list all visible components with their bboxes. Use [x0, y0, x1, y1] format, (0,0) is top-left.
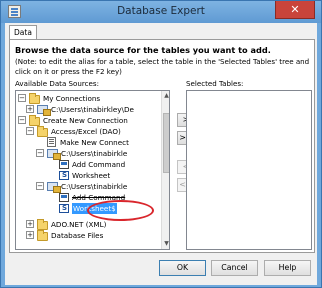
window-title: Database Expert: [117, 5, 205, 17]
tree-item-label: C:\Users\tinabirkle: [61, 149, 128, 158]
document-icon: [47, 137, 56, 147]
tree-item-label: C:\Users\tinabirkley\De: [51, 105, 134, 114]
instruction-heading: Browse the data source for the tables yo…: [15, 45, 271, 55]
close-button[interactable]: ✕: [275, 1, 315, 19]
tree-item-label: Add Command: [72, 160, 126, 169]
data-tab-panel: Browse the data source for the tables yo…: [9, 39, 315, 253]
connection-icon: [47, 182, 61, 193]
tree-item-create-new-connection[interactable]: − Create New Connection: [18, 115, 158, 126]
tree-item-worksheet[interactable]: Worksheet: [59, 170, 158, 181]
ok-button[interactable]: OK: [159, 260, 206, 276]
folder-icon: [29, 93, 40, 104]
folder-icon: [37, 126, 48, 137]
available-data-sources-tree[interactable]: − My Connections + C:\Users\tinabirkley\…: [15, 90, 170, 250]
tree-item-access-excel-dao[interactable]: − Access/Excel (DAO): [26, 126, 158, 137]
collapse-icon[interactable]: −: [18, 116, 26, 124]
collapse-icon[interactable]: −: [36, 182, 44, 190]
tree-item-my-connections[interactable]: − My Connections: [18, 93, 158, 104]
folder-icon: [37, 219, 48, 230]
help-button[interactable]: Help: [264, 260, 311, 276]
folder-icon: [37, 230, 48, 241]
expand-icon[interactable]: +: [26, 220, 34, 228]
tree-item-connection-excel-2[interactable]: − C:\Users\tinabirkle: [36, 181, 158, 193]
tree-item-label: My Connections: [43, 94, 101, 103]
tree-item-label: ADO.NET (XML): [51, 220, 107, 229]
table-icon: [59, 170, 69, 181]
selected-tables-list[interactable]: [186, 90, 312, 250]
title-bar[interactable]: Database Expert ✕: [1, 1, 321, 23]
selected-tables-label: Selected Tables:: [186, 79, 244, 88]
expand-icon[interactable]: +: [26, 105, 34, 113]
tree-item-label: C:\Users\tinabirkle: [61, 182, 128, 191]
red-annotation-ellipse: [87, 200, 154, 221]
scrollbar-thumb[interactable]: [163, 113, 169, 173]
tree-item-label: Access/Excel (DAO): [51, 127, 121, 136]
tree-item-ado-net-xml[interactable]: + ADO.NET (XML): [18, 219, 158, 230]
tree-item-label: Worksheet: [72, 171, 111, 180]
tree-item-add-command-1[interactable]: Add Command: [59, 159, 158, 170]
tree-vertical-scrollbar[interactable]: ▲ ▼: [161, 91, 169, 249]
database-expert-window: Database Expert ✕ Data Browse the data s…: [0, 0, 322, 288]
tree-item-connection-excel-1[interactable]: − C:\Users\tinabirkle: [36, 148, 158, 160]
connection-icon: [37, 105, 51, 116]
tree-item-label: Create New Connection: [43, 116, 128, 125]
alias-note: (Note: to edit the alias for a table, se…: [15, 57, 310, 76]
connection-icon: [47, 149, 61, 160]
tree-item-database-files[interactable]: + Database Files: [18, 230, 158, 241]
table-icon: [59, 203, 69, 214]
scroll-up-arrow-icon[interactable]: ▲: [162, 91, 169, 101]
tree-item-label: Database Files: [51, 231, 104, 240]
cancel-button[interactable]: Cancel: [211, 260, 258, 276]
collapse-icon[interactable]: −: [26, 127, 34, 135]
tree-item-make-new-connection[interactable]: Make New Connect: [47, 137, 158, 148]
tab-data[interactable]: Data: [9, 25, 37, 40]
command-icon: [59, 160, 69, 169]
tree-item-label: Make New Connect: [60, 138, 129, 147]
expand-icon[interactable]: +: [26, 231, 34, 239]
collapse-icon[interactable]: −: [18, 94, 26, 102]
dialog-client-area: Data Browse the data source for the tabl…: [5, 23, 317, 285]
command-icon: [59, 193, 69, 202]
folder-icon: [29, 115, 40, 126]
collapse-icon[interactable]: −: [36, 149, 44, 157]
available-data-sources-label: Available Data Sources:: [15, 79, 100, 88]
scroll-down-arrow-icon[interactable]: ▼: [162, 239, 169, 249]
tree-item-connection-desktop[interactable]: + C:\Users\tinabirkley\De: [26, 104, 158, 116]
